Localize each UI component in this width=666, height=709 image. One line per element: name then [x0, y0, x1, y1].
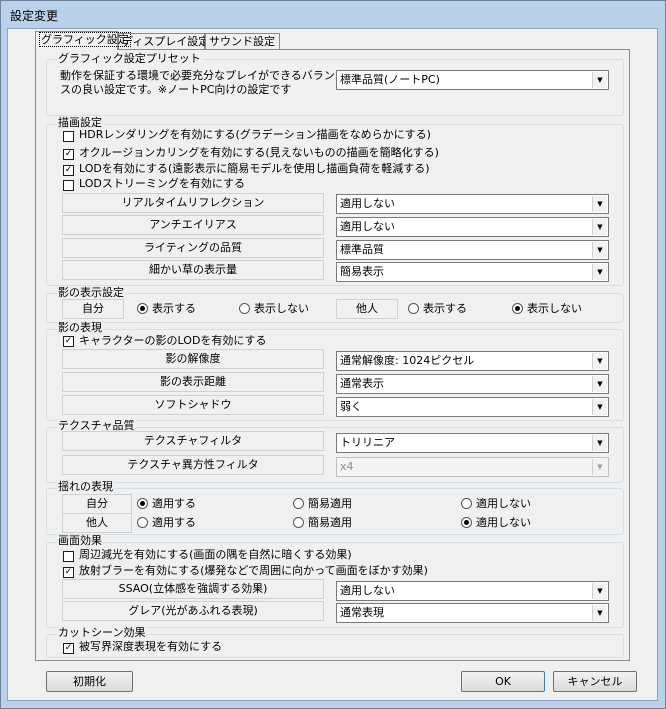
shadow-other-show-label: 表示する	[423, 302, 467, 315]
grass-label: 細かい草の表示量	[62, 260, 324, 280]
ssao-select[interactable]: 適用しない ▼	[336, 581, 609, 601]
chevron-down-icon: ▼	[592, 242, 607, 258]
chevron-down-icon: ▼	[592, 459, 607, 475]
preset-legend: グラフィック設定プリセット	[57, 52, 202, 65]
occlusion-label: オクルージョンカリングを有効にする(見えないものの描画を簡略化する)	[79, 146, 439, 159]
screen-effects-legend: 画面効果	[57, 534, 103, 547]
tab-display[interactable]: ディスプレイ設定	[118, 33, 209, 50]
lighting-select[interactable]: 標準品質 ▼	[336, 240, 609, 260]
chevron-down-icon: ▼	[592, 72, 607, 88]
sway-self-apply-label: 適用する	[152, 497, 196, 510]
shadow-display-legend: 影の表示設定	[57, 286, 125, 299]
chevron-down-icon: ▼	[592, 353, 607, 369]
sway-self-none-radio[interactable]	[461, 498, 472, 509]
antialias-label: アンチエイリアス	[62, 215, 324, 235]
vignette-label: 周辺減光を有効にする(画面の隅を自然に暗くする効果)	[79, 548, 352, 561]
shadow-other-label: 他人	[336, 299, 398, 319]
reflection-select[interactable]: 適用しない ▼	[336, 194, 609, 214]
shadow-expression-legend: 影の表現	[57, 321, 103, 334]
shadow-other-show-radio[interactable]	[408, 303, 419, 314]
cutscene-legend: カットシーン効果	[57, 626, 147, 639]
radial-blur-checkbox[interactable]: ✓	[63, 567, 74, 578]
ok-button[interactable]: OK	[461, 671, 545, 692]
tab-sound[interactable]: サウンド設定	[205, 33, 280, 50]
sway-other-simple-label: 簡易適用	[308, 516, 352, 529]
antialias-select[interactable]: 適用しない ▼	[336, 217, 609, 237]
occlusion-checkbox[interactable]: ✓	[63, 149, 74, 160]
chevron-down-icon: ▼	[592, 219, 607, 235]
ssao-label: SSAO(立体感を強調する効果)	[62, 579, 324, 599]
chevron-down-icon: ▼	[592, 605, 607, 621]
shadow-self-show-radio[interactable]	[137, 303, 148, 314]
sway-other-label: 他人	[62, 513, 132, 533]
radial-blur-label: 放射ブラーを有効にする(爆発などで周囲に向かって画面をぼかす効果)	[79, 564, 428, 577]
shadow-other-hide-radio[interactable]	[512, 303, 523, 314]
chevron-down-icon: ▼	[592, 399, 607, 415]
cancel-button[interactable]: キャンセル	[553, 671, 637, 692]
glare-select[interactable]: 通常表現 ▼	[336, 603, 609, 623]
chevron-down-icon: ▼	[592, 376, 607, 392]
sway-other-none-label: 適用しない	[476, 516, 531, 529]
shadow-self-label: 自分	[62, 299, 124, 319]
sway-other-apply-label: 適用する	[152, 516, 196, 529]
preset-description-line1: 動作を保証する環境で必要充分なプレイができるバラン	[60, 69, 335, 82]
glare-label: グレア(光があふれる表現)	[62, 601, 324, 621]
sway-self-simple-label: 簡易適用	[308, 497, 352, 510]
reflection-label: リアルタイムリフレクション	[62, 193, 324, 213]
window-title: 設定変更	[10, 9, 59, 23]
shadow-distance-label: 影の表示距離	[62, 372, 324, 392]
shadow-self-hide-label: 表示しない	[254, 302, 309, 315]
sway-other-apply-radio[interactable]	[137, 517, 148, 528]
texture-filter-label: テクスチャフィルタ	[62, 431, 324, 451]
reset-button[interactable]: 初期化	[46, 671, 133, 692]
hdr-checkbox[interactable]	[63, 131, 74, 142]
shadow-self-hide-radio[interactable]	[239, 303, 250, 314]
sway-self-none-label: 適用しない	[476, 497, 531, 510]
shadow-resolution-select[interactable]: 通常解像度: 1024ピクセル ▼	[336, 351, 609, 371]
lod-streaming-checkbox[interactable]	[63, 180, 74, 191]
shadow-other-hide-label: 表示しない	[527, 302, 582, 315]
anisotropic-filter-label: テクスチャ異方性フィルタ	[62, 455, 324, 475]
chevron-down-icon: ▼	[592, 435, 607, 451]
grass-select[interactable]: 簡易表示 ▼	[336, 262, 609, 282]
shadow-distance-select[interactable]: 通常表示 ▼	[336, 374, 609, 394]
preset-description-line2: スの良い設定です。※ノートPC向けの設定です	[60, 83, 292, 96]
texture-filter-select[interactable]: トリリニア ▼	[336, 433, 609, 453]
preset-select[interactable]: 標準品質(ノートPC) ▼	[336, 70, 609, 90]
lod-label: LODを有効にする(遠影表示に簡易モデルを使用し描画負荷を軽減する)	[79, 162, 430, 175]
shadow-resolution-label: 影の解像度	[62, 349, 324, 369]
chevron-down-icon: ▼	[592, 196, 607, 212]
sway-self-simple-radio[interactable]	[293, 498, 304, 509]
depth-of-field-label: 被写界深度表現を有効にする	[79, 640, 223, 653]
sway-self-apply-radio[interactable]	[137, 498, 148, 509]
chevron-down-icon: ▼	[592, 264, 607, 280]
anisotropic-filter-select: x4 ▼	[336, 457, 609, 477]
soft-shadow-select[interactable]: 弱く ▼	[336, 397, 609, 417]
character-shadow-lod-label: キャラクターの影のLODを有効にする	[79, 334, 267, 347]
lod-streaming-label: LODストリーミングを有効にする	[79, 177, 245, 190]
tab-graphics[interactable]: グラフィック設定	[35, 31, 131, 50]
depth-of-field-checkbox[interactable]: ✓	[63, 643, 74, 654]
sway-self-label: 自分	[62, 494, 132, 514]
sway-other-none-radio[interactable]	[461, 517, 472, 528]
title-bar[interactable]: 設定変更	[0, 0, 664, 28]
lod-checkbox[interactable]: ✓	[63, 165, 74, 176]
sway-legend: 揺れの表現	[57, 480, 114, 493]
soft-shadow-label: ソフトシャドウ	[62, 395, 324, 415]
sway-other-simple-radio[interactable]	[293, 517, 304, 528]
chevron-down-icon: ▼	[592, 583, 607, 599]
lighting-label: ライティングの品質	[62, 238, 324, 258]
hdr-label: HDRレンダリングを有効にする(グラデーション描画をなめらかにする)	[79, 128, 431, 141]
shadow-self-show-label: 表示する	[152, 302, 196, 315]
character-shadow-lod-checkbox[interactable]: ✓	[63, 336, 74, 347]
vignette-checkbox[interactable]	[63, 551, 74, 562]
